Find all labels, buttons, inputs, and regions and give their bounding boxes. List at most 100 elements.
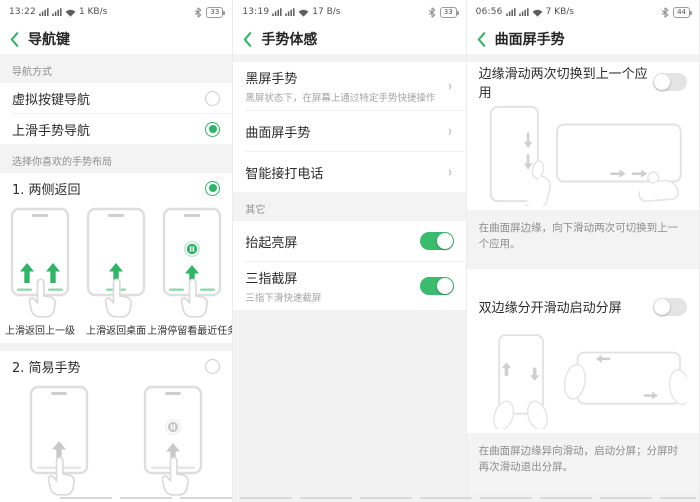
- item-label: 智能接打电话: [245, 166, 324, 182]
- option-swipe-gestures[interactable]: 上滑手势导航: [0, 114, 233, 144]
- back-icon[interactable]: [10, 31, 19, 47]
- item-label: 边缘滑动两次切换到上一个应用: [478, 67, 648, 101]
- battery-indicator: 33: [206, 6, 226, 18]
- status-bar: 13:19 17 B/s 33: [233, 0, 465, 24]
- option-virtual-buttons[interactable]: 虚拟按键导航: [0, 83, 233, 113]
- section-gap: [233, 54, 466, 62]
- radio-swipe-gestures[interactable]: [205, 121, 221, 137]
- item-dual-edge-split-screen[interactable]: 双边缘分开滑动启动分屏: [466, 286, 699, 327]
- battery-indicator: 44: [673, 6, 692, 18]
- item-curved-screen-gestures[interactable]: 曲面屏手势 ›: [233, 111, 466, 151]
- radio-simple[interactable]: [205, 358, 221, 374]
- signal-icon: [518, 7, 529, 17]
- phone-gesture-icon: [86, 207, 146, 318]
- page-title: 手势体感: [261, 32, 318, 48]
- status-time: 06:56: [475, 7, 503, 17]
- phone-gesture-icon: [10, 207, 70, 318]
- screenshot-strip: 13:22 1 KB/s 33 导航键 导航方式 虚拟按键导航 上滑手势导航 选…: [0, 0, 700, 502]
- item-subtitle: 三指下滑快速截屏: [245, 293, 322, 304]
- figure-caption: 上滑返回桌面: [86, 326, 147, 337]
- signal-icon: [505, 7, 516, 17]
- layout-label: 2. 简易手势: [12, 360, 81, 376]
- figure-swipe-recents-gray: 上滑停留看最近任务: [120, 385, 227, 502]
- status-bar: 06:56 7 KB/s 44: [467, 0, 699, 24]
- toggle-edge-swipe-switch-app[interactable]: [652, 73, 687, 91]
- status-time: 13:22: [9, 7, 36, 17]
- page-title: 导航键: [28, 32, 70, 48]
- status-time: 13:19: [242, 7, 270, 17]
- item-raise-to-wake[interactable]: 抬起亮屏: [233, 221, 466, 261]
- bluetooth-icon: [428, 6, 436, 18]
- radio-both-sides[interactable]: [205, 180, 221, 196]
- toggle-raise-to-wake[interactable]: [419, 232, 454, 250]
- phone-gesture-icon: [29, 385, 89, 496]
- section-header-layout: 选择你喜欢的手势布局: [0, 144, 233, 173]
- panel-curved-screen-gestures: 06:56 7 KB/s 44 曲面屏手势 边缘滑动两次切换到上一个应用 在曲面…: [466, 0, 700, 502]
- back-icon[interactable]: [477, 31, 486, 47]
- net-speed: 7 KB/s: [545, 7, 574, 17]
- item-label: 曲面屏手势: [245, 125, 311, 141]
- chevron-right-icon: ›: [448, 76, 453, 95]
- phone-portrait-split-icon: [492, 333, 548, 429]
- toggle-three-finger-screenshot[interactable]: [419, 277, 454, 295]
- phone-portrait-edge-swipe-icon: [489, 105, 551, 206]
- signal-icon: [272, 7, 282, 17]
- layout-option-both-sides[interactable]: 1. 两侧返回: [0, 173, 233, 203]
- figure-swipe-back: 上滑返回上一级: [2, 207, 77, 337]
- gesture-illustrations-row1: 上滑返回上一级 上滑返回桌面 上滑停留看最近任务: [0, 203, 233, 343]
- signal-icon: [285, 7, 295, 17]
- app-header: 导航键: [0, 24, 232, 54]
- net-speed: 17 B/s: [312, 7, 341, 17]
- phone-landscape-edge-swipe-icon: [556, 123, 683, 202]
- radio-virtual-buttons[interactable]: [205, 90, 221, 106]
- item-three-finger-screenshot[interactable]: 三指截屏 三指下滑快速截屏: [233, 262, 466, 310]
- edge-swipe-illustrations: [466, 102, 699, 210]
- bluetooth-icon: [661, 6, 669, 18]
- status-bar: 13:22 1 KB/s 33: [0, 0, 232, 24]
- phone-gesture-icon: [144, 385, 203, 496]
- figure-caption: 上滑返回上一级: [5, 326, 76, 337]
- back-icon[interactable]: [243, 31, 252, 47]
- item-label: 黑屏手势: [245, 72, 298, 87]
- panel-navigation-keys: 13:22 1 KB/s 33 导航键 导航方式 虚拟按键导航 上滑手势导航 选…: [0, 0, 234, 502]
- section-gap: [0, 343, 233, 351]
- section-gap: [466, 54, 699, 62]
- phone-gesture-icon: [163, 207, 222, 318]
- app-header: 曲面屏手势: [467, 24, 699, 54]
- gesture-illustrations-row2: 上滑返回桌面 上滑停留看最近任务: [0, 381, 233, 502]
- signal-icon: [39, 7, 49, 17]
- feature-caption: 在曲面屏边缘，向下滑动两次可切换到上一个应用。: [466, 210, 699, 269]
- option-label: 上滑手势导航: [12, 123, 91, 139]
- wifi-icon: [532, 9, 542, 17]
- battery-indicator: 33: [439, 6, 459, 18]
- signal-icon: [52, 7, 62, 17]
- layout-option-simple[interactable]: 2. 简易手势: [0, 351, 233, 381]
- item-edge-swipe-switch-app[interactable]: 边缘滑动两次切换到上一个应用: [466, 62, 699, 102]
- section-header-other: 其它: [233, 192, 466, 221]
- figure-swipe-home: 上滑返回桌面: [78, 207, 153, 337]
- white-gap: [466, 268, 699, 287]
- bottom-dashed-line: [60, 497, 696, 499]
- chevron-right-icon: ›: [448, 121, 453, 140]
- page-title: 曲面屏手势: [494, 32, 565, 48]
- phone-landscape-split-icon: [563, 351, 687, 405]
- wifi-icon: [65, 9, 76, 17]
- item-subtitle: 黑屏状态下，在屏幕上通过特定手势快捷操作: [245, 93, 436, 104]
- chevron-right-icon: ›: [448, 162, 453, 181]
- wifi-icon: [298, 9, 309, 17]
- figure-caption: 上滑停留看最近任务: [147, 326, 234, 337]
- item-black-screen-gestures[interactable]: 黑屏手势 黑屏状态下，在屏幕上通过特定手势快捷操作 ›: [233, 62, 466, 110]
- toggle-dual-edge-split-screen[interactable]: [652, 297, 687, 316]
- item-label: 抬起亮屏: [245, 235, 298, 251]
- item-label: 双边缘分开滑动启动分屏: [478, 301, 622, 317]
- figure-swipe-recents: 上滑停留看最近任务: [147, 207, 232, 337]
- panel-gestures-motions: 13:19 17 B/s 33 手势体感 黑屏手势 黑屏状态下，在屏幕上通过特定…: [233, 0, 467, 502]
- net-speed: 1 KB/s: [78, 7, 108, 17]
- item-label: 三指截屏: [245, 272, 298, 287]
- bluetooth-icon: [195, 6, 202, 18]
- empty-area: [233, 310, 466, 502]
- section-header-nav-mode: 导航方式: [0, 54, 233, 83]
- option-label: 虚拟按键导航: [12, 92, 91, 108]
- item-smart-calls[interactable]: 智能接打电话 ›: [233, 152, 466, 192]
- split-screen-illustrations: [466, 326, 699, 433]
